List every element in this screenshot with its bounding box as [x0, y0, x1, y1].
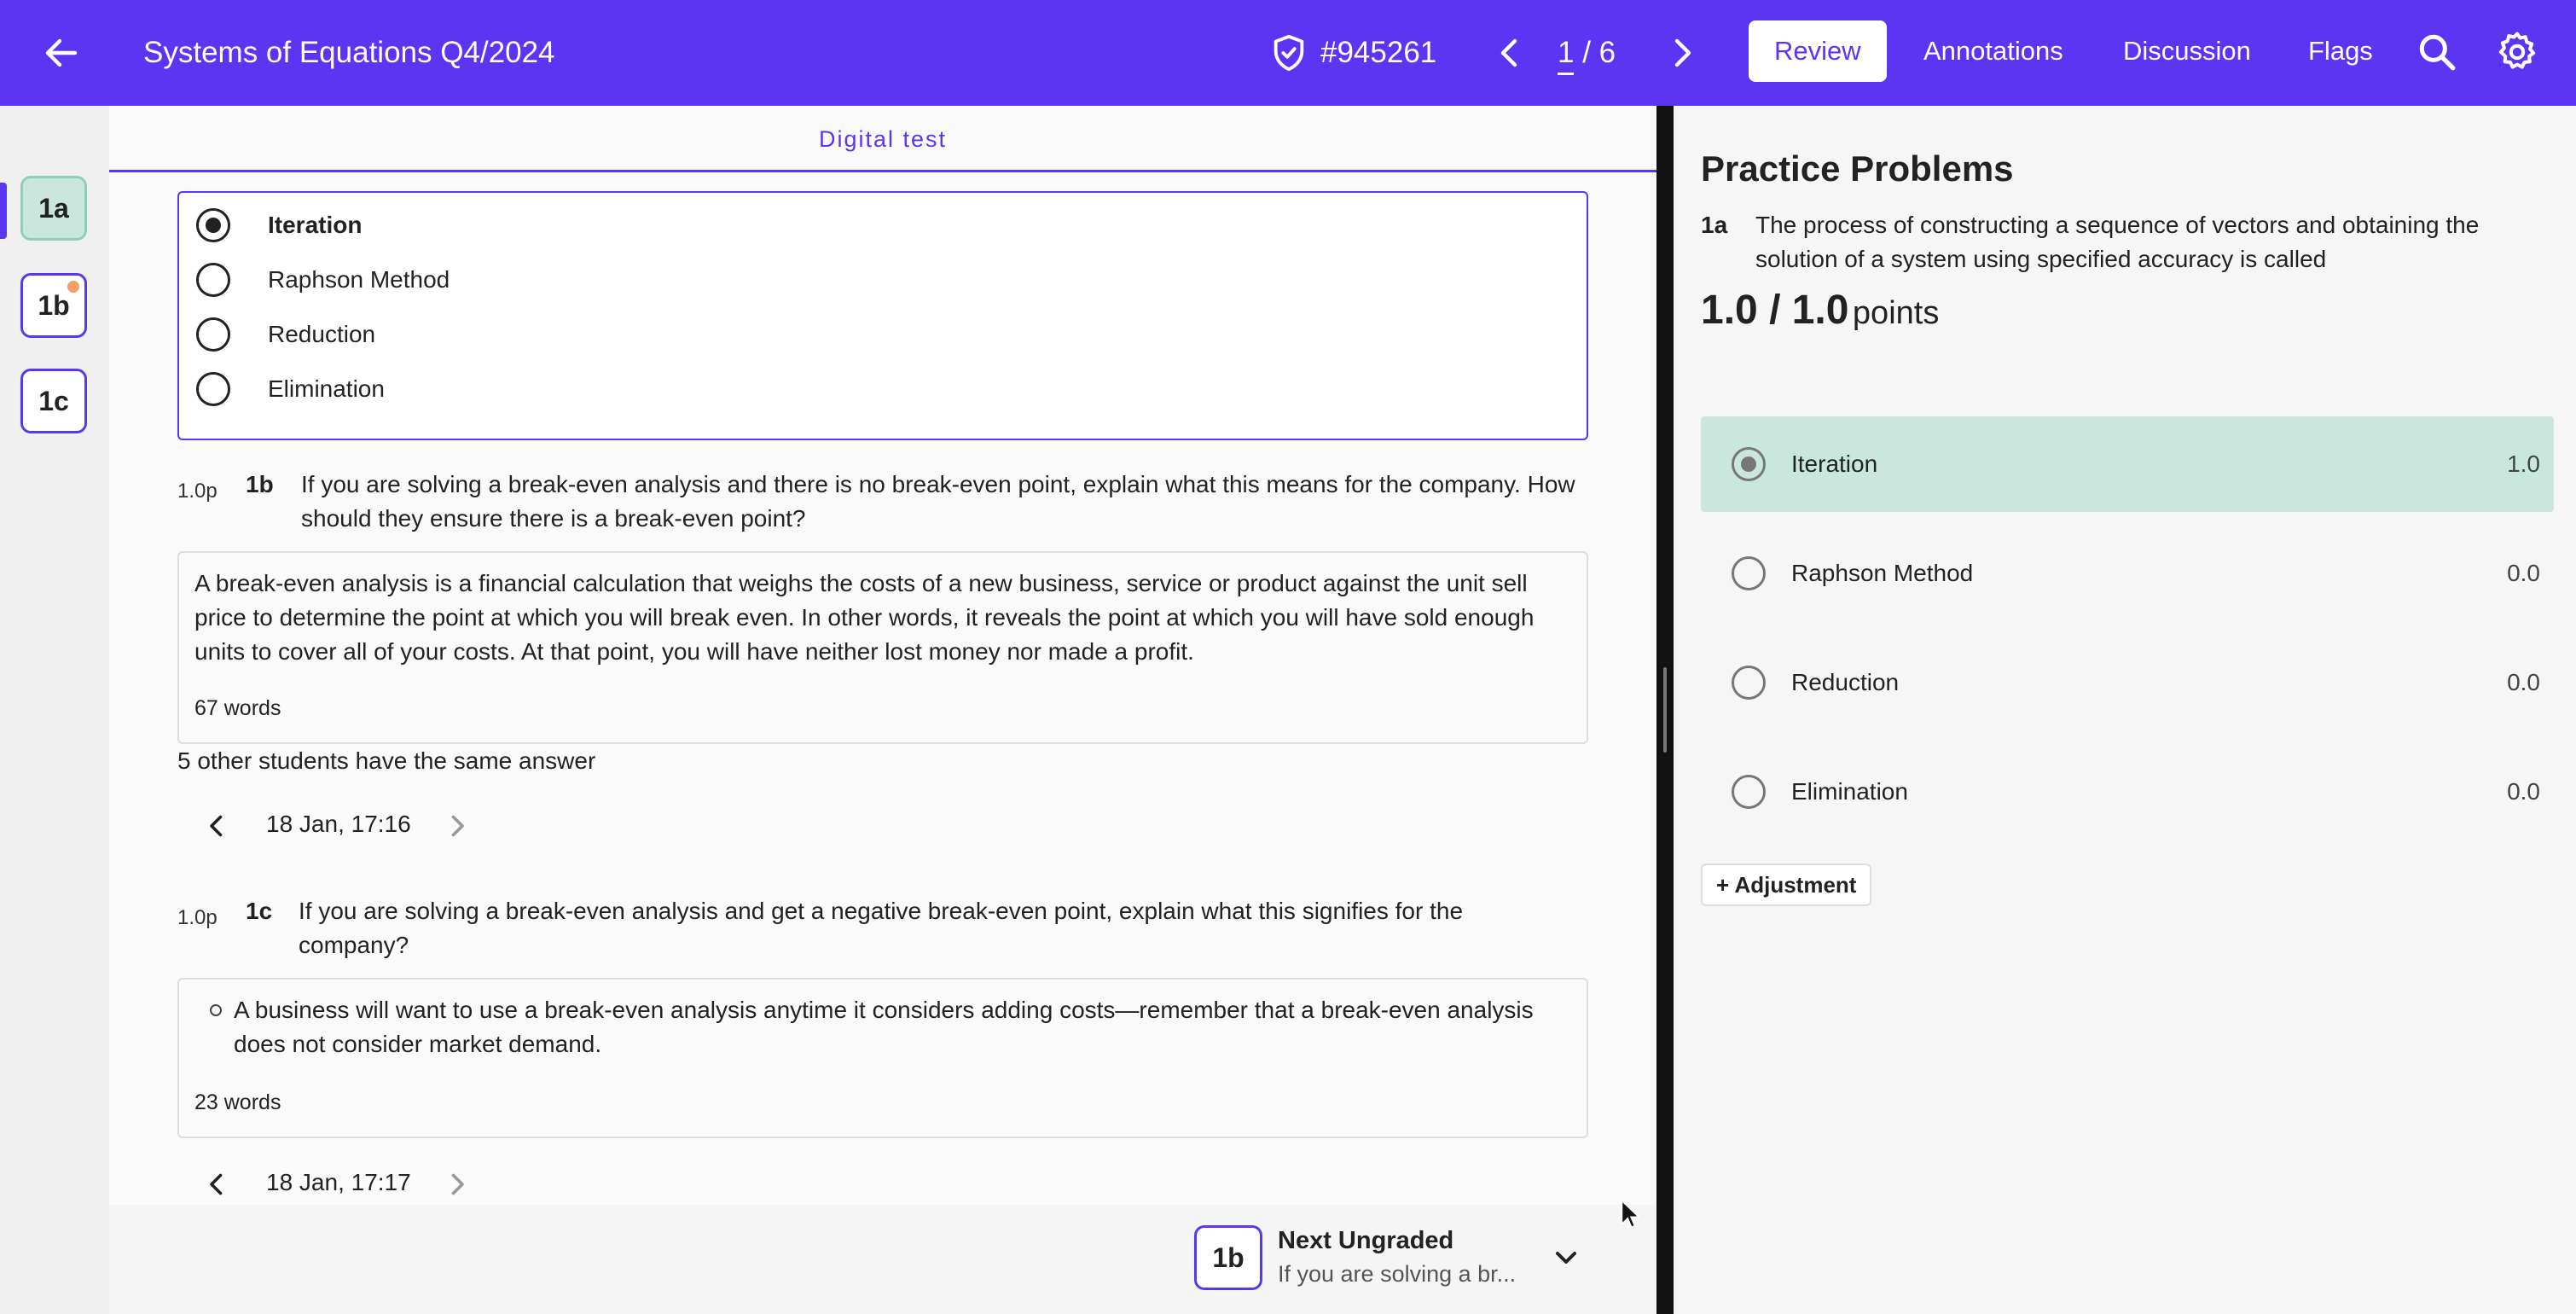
q1a-option-iteration[interactable]: Iteration: [196, 206, 362, 244]
bullet-icon: [210, 1004, 222, 1016]
grade-option-label: Elimination: [1791, 778, 1908, 805]
question-rail: 1a 1b 1c: [0, 106, 109, 1314]
rail-question-1a[interactable]: 1a: [20, 176, 87, 241]
radio-unselected[interactable]: [196, 372, 230, 406]
tab-annotations[interactable]: Annotations: [1898, 20, 2089, 82]
question-text: If you are solving a break-even analysis…: [299, 898, 1464, 958]
word-count: 67 words: [194, 696, 281, 720]
page-indicator[interactable]: 1 / 6: [1558, 32, 1616, 75]
search-icon[interactable]: [2416, 31, 2458, 73]
radio-unselected[interactable]: [196, 263, 230, 297]
q1a-options-box: Iteration Raphson Method Reduction Elimi…: [177, 191, 1588, 440]
score-display: 1.0 / 1.0 points: [1701, 287, 1939, 334]
question-text: If you are solving a break-even analysis…: [301, 471, 1575, 532]
answer-box: A break-even analysis is a financial cal…: [177, 551, 1588, 744]
answer-text: A break-even analysis is a financial cal…: [194, 570, 1535, 665]
chevron-right-icon[interactable]: [442, 811, 473, 841]
option-label: Elimination: [268, 375, 385, 402]
radio-unselected[interactable]: [196, 317, 230, 352]
grade-option-reduction[interactable]: Reduction 0.0: [1701, 635, 2554, 730]
grade-option-value: 0.0: [2507, 560, 2540, 586]
same-answer-note: 5 other students have the same answer: [177, 747, 596, 774]
panel-question-text: The process of constructing a sequence o…: [1755, 212, 2480, 272]
next-ungraded-preview: If you are solving a br...: [1278, 1261, 1517, 1287]
panel-question-number: 1a: [1701, 212, 1728, 238]
test-title: Systems of Equations Q4/2024: [143, 36, 555, 69]
next-ungraded-chip: 1b: [1194, 1225, 1262, 1290]
grade-option-iteration[interactable]: Iteration 1.0: [1701, 416, 2554, 512]
page-current[interactable]: 1: [1558, 35, 1575, 75]
main-content[interactable]: Digital test Iteration Raphson Method Re…: [109, 106, 1656, 1205]
radio-unselected[interactable]: [1732, 666, 1766, 700]
option-label: Raphson Method: [268, 266, 450, 293]
q1a-option-raphson[interactable]: Raphson Method: [196, 261, 450, 299]
chevron-right-icon[interactable]: [442, 1169, 473, 1200]
question-number: 1c: [246, 898, 273, 924]
grading-panel: Practice Problems 1a The process of cons…: [1674, 106, 2576, 1314]
grade-option-label: Raphson Method: [1791, 560, 1974, 586]
rail-question-1c[interactable]: 1c: [20, 369, 87, 433]
radio-selected[interactable]: [196, 208, 230, 242]
page-total: 6: [1598, 36, 1616, 69]
option-label: Iteration: [268, 212, 363, 238]
score-value: 1.0 / 1.0: [1701, 288, 1849, 333]
radio-selected[interactable]: [1732, 447, 1766, 481]
next-page-icon[interactable]: [1662, 32, 1703, 73]
test-id: #945261: [1320, 36, 1437, 69]
answer-box: A business will want to use a break-even…: [177, 978, 1588, 1138]
chevron-left-icon[interactable]: [201, 1169, 232, 1200]
panel-divider[interactable]: [1656, 106, 1674, 1314]
rail-question-label: 1a: [38, 193, 69, 224]
tab-flags[interactable]: Flags: [2283, 20, 2399, 82]
rail-question-label: 1b: [38, 290, 70, 321]
next-ungraded-button[interactable]: 1b Next Ungraded If you are solving a br…: [1194, 1222, 1604, 1294]
grade-option-label: Reduction: [1791, 669, 1900, 695]
tab-review[interactable]: Review: [1749, 20, 1887, 82]
radio-unselected[interactable]: [1732, 775, 1766, 809]
mouse-cursor-icon: [1621, 1200, 1640, 1229]
answer-list-item: A business will want to use a break-even…: [194, 993, 1571, 1061]
flag-dot: [67, 281, 79, 293]
chevron-left-icon[interactable]: [201, 811, 232, 841]
panel-heading: Practice Problems: [1701, 148, 2014, 189]
shield-check-icon: [1273, 34, 1304, 72]
q1a-option-elimination[interactable]: Elimination: [196, 370, 385, 408]
chevron-down-icon[interactable]: [1549, 1241, 1583, 1275]
grade-option-value: 1.0: [2507, 451, 2540, 477]
adjustment-button[interactable]: + Adjustment: [1701, 863, 1872, 906]
grade-option-label: Iteration: [1791, 451, 1878, 477]
rail-question-1b[interactable]: 1b: [20, 273, 87, 338]
resize-handle[interactable]: [1663, 667, 1667, 753]
gear-icon[interactable]: [2494, 29, 2540, 75]
word-count: 23 words: [194, 1090, 281, 1114]
back-arrow-icon[interactable]: [41, 32, 82, 73]
top-bar: Systems of Equations Q4/2024 #945261 1 /…: [0, 0, 2576, 106]
question-points: 1.0p: [177, 906, 218, 929]
grade-option-value: 0.0: [2507, 669, 2540, 695]
grade-option-raphson[interactable]: Raphson Method 0.0: [1701, 526, 2554, 621]
answer-timestamp: 18 Jan, 17:16: [266, 811, 411, 837]
question-number: 1b: [246, 471, 274, 497]
answer-timestamp: 18 Jan, 17:17: [266, 1169, 411, 1195]
option-label: Reduction: [268, 321, 376, 347]
q1a-option-reduction[interactable]: Reduction: [196, 316, 375, 353]
answer-text: A business will want to use a break-even…: [234, 997, 1534, 1057]
rail-question-label: 1c: [38, 386, 69, 416]
section-label: Digital test: [109, 106, 1656, 172]
active-question-indicator: [0, 183, 7, 239]
radio-unselected[interactable]: [1732, 556, 1766, 590]
question-points: 1.0p: [177, 480, 218, 503]
grade-option-elimination[interactable]: Elimination 0.0: [1701, 744, 2554, 840]
next-ungraded-heading: Next Ungraded: [1278, 1227, 1454, 1254]
previous-page-icon[interactable]: [1489, 32, 1530, 73]
page-separator: /: [1574, 36, 1599, 69]
tab-discussion[interactable]: Discussion: [2097, 20, 2277, 82]
score-unit: points: [1852, 295, 1940, 331]
grade-option-value: 0.0: [2507, 778, 2540, 805]
